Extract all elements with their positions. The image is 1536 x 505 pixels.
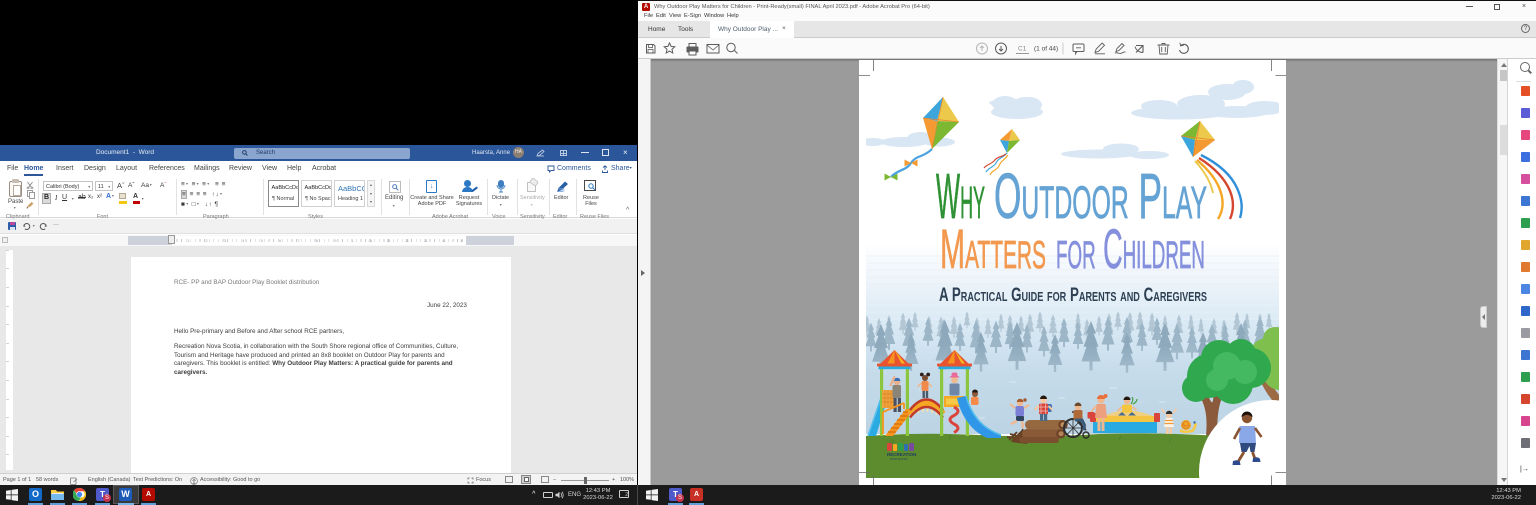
svg-text:RECREATION: RECREATION xyxy=(887,452,916,457)
svg-text:(1 of 44): (1 of 44) xyxy=(1034,46,1058,53)
svg-text:NOVA SCOTIA: NOVA SCOTIA xyxy=(890,457,908,461)
svg-text:C1: C1 xyxy=(1018,46,1027,53)
svg-text:Matters: Matters xyxy=(940,217,1046,280)
svg-text:A Practical Guide for Parents: A Practical Guide for Parents and Caregi… xyxy=(939,285,1207,306)
svg-text:for Children: for Children xyxy=(1056,217,1205,280)
